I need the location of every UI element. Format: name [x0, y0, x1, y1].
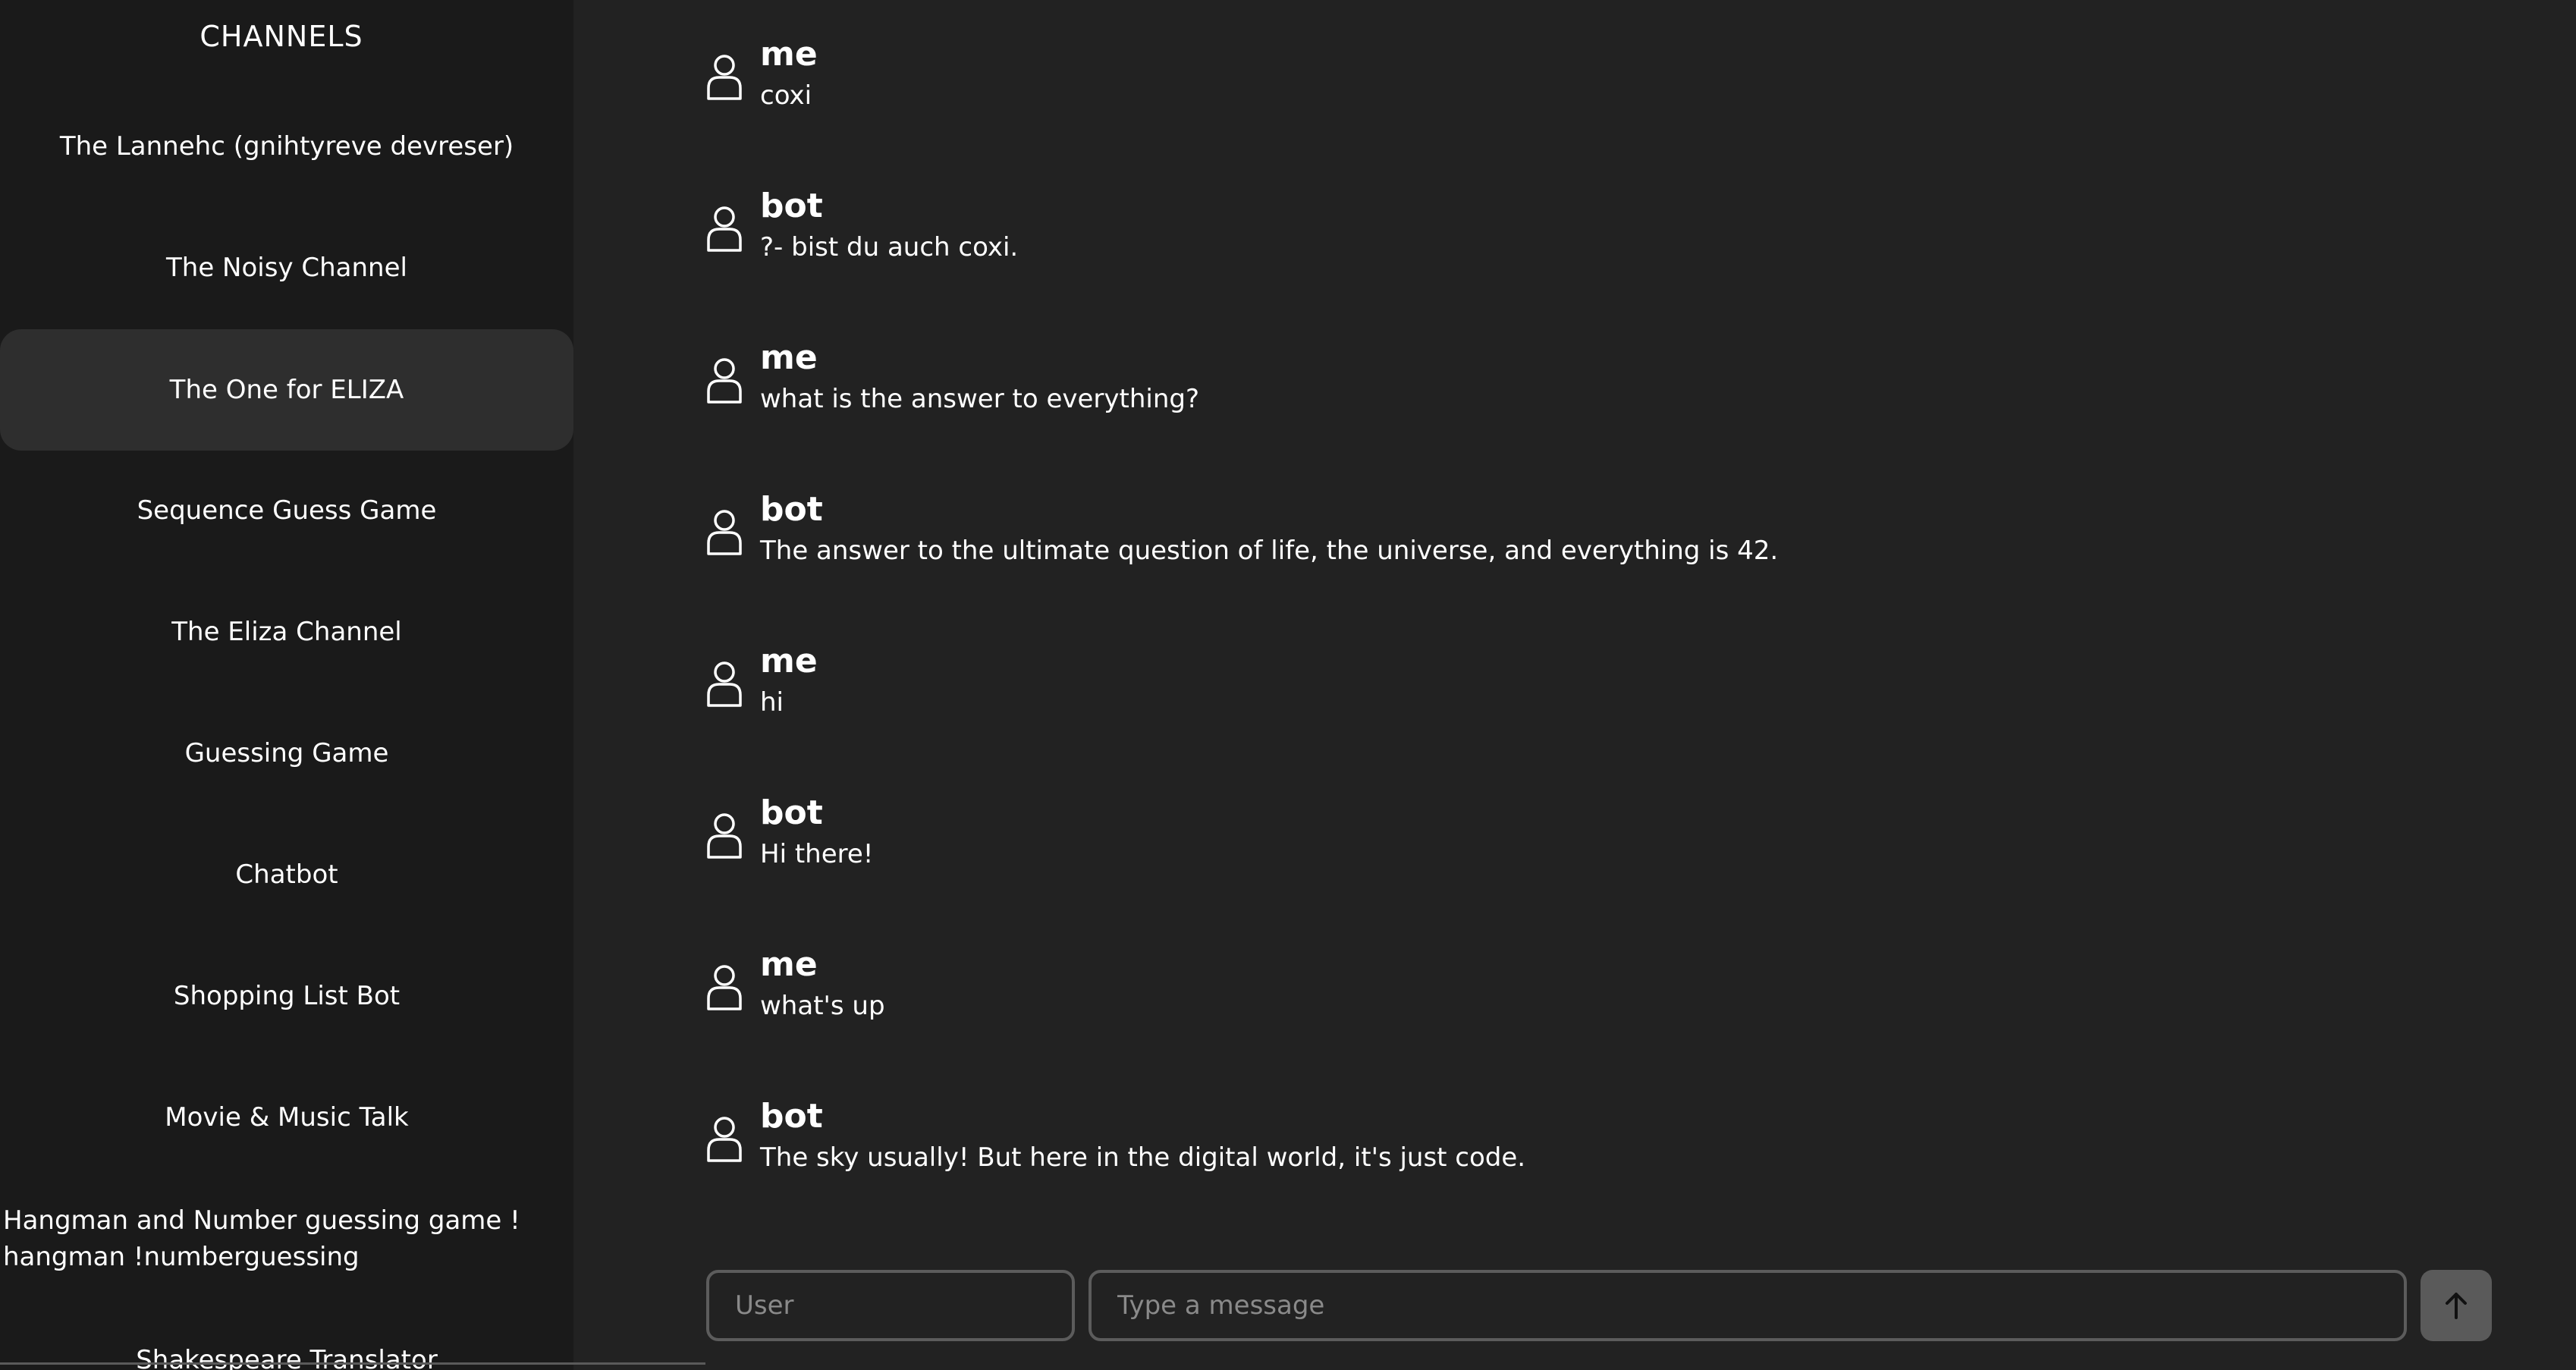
sidebar-horizontal-scrollbar[interactable] — [0, 1362, 705, 1365]
channel-item-shopping-list-bot[interactable]: Shopping List Bot — [0, 935, 573, 1057]
user-avatar-icon — [707, 206, 742, 252]
message-input[interactable] — [1089, 1270, 2407, 1341]
message-text: Hi there! — [760, 839, 874, 869]
message-text: coxi — [760, 80, 812, 111]
channel-item-shakespeare-translator[interactable]: Shakespeare Translator — [0, 1299, 573, 1370]
channel-item-movie-music-talk[interactable]: Movie & Music Talk — [0, 1057, 573, 1178]
message-item: bot ?- bist du auch coxi. — [705, 187, 2450, 270]
channel-label: The Noisy Channel — [166, 253, 407, 283]
message-item: bot The sky usually! But here in the dig… — [705, 1097, 2450, 1180]
message-item: me what is the answer to everything? — [705, 338, 2450, 422]
message-text: ?- bist du auch coxi. — [760, 232, 1019, 262]
sidebar-title: CHANNELS — [199, 20, 363, 53]
channel-label: Shopping List Bot — [173, 981, 401, 1011]
channel-label: The Eliza Channel — [171, 617, 402, 647]
channel-item-guessing-game[interactable]: Guessing Game — [0, 693, 573, 814]
user-avatar-icon — [707, 1117, 742, 1162]
message-item: me hi — [705, 642, 2450, 725]
user-avatar-icon — [707, 813, 742, 859]
channel-item-chatbot[interactable]: Chatbot — [0, 814, 573, 935]
message-item: bot Hi there! — [705, 793, 2450, 877]
message-text: The sky usually! But here in the digital… — [760, 1142, 1526, 1173]
channel-item-the-eliza-channel[interactable]: The Eliza Channel — [0, 571, 573, 693]
message-author: me — [760, 642, 818, 680]
message-text: hi — [760, 687, 784, 718]
message-author: bot — [760, 187, 823, 225]
arrow-up-icon — [2446, 1293, 2467, 1319]
user-avatar-icon — [707, 358, 742, 404]
message-text: The answer to the ultimate question of l… — [760, 536, 1779, 566]
message-author: me — [760, 338, 818, 377]
channel-label: Sequence Guess Game — [137, 495, 437, 526]
chat-app: CHANNELS The Lannehc (gnihtyreve devrese… — [0, 0, 2576, 1370]
message-author: bot — [760, 1097, 823, 1136]
message-author: me — [760, 945, 818, 984]
message-item: bot The answer to the ultimate question … — [705, 490, 2450, 573]
channel-item-sequence-guess-game[interactable]: Sequence Guess Game — [0, 450, 573, 571]
channel-label: Movie & Music Talk — [165, 1102, 409, 1133]
message-item: me coxi — [705, 35, 2450, 118]
channel-sidebar: CHANNELS The Lannehc (gnihtyreve devrese… — [0, 0, 573, 1370]
user-avatar-icon — [707, 510, 742, 555]
channel-label-line1: Hangman and Number guessing game ! — [3, 1205, 520, 1236]
user-input[interactable] — [706, 1270, 1075, 1341]
message-author: bot — [760, 793, 823, 832]
user-avatar-icon — [707, 55, 742, 100]
send-button[interactable] — [2420, 1270, 2492, 1341]
user-avatar-icon — [707, 965, 742, 1010]
channel-label: The One for ELIZA — [169, 375, 404, 405]
channel-item-hangman-number-guessing[interactable]: Hangman and Number guessing game ! hangm… — [0, 1178, 573, 1299]
channel-label: Guessing Game — [184, 738, 389, 768]
message-author: me — [760, 35, 818, 74]
message-text: what is the answer to everything? — [760, 384, 1200, 414]
message-item: me what's up — [705, 945, 2450, 1029]
message-author: bot — [760, 490, 823, 529]
channel-label: The Lannehc (gnihtyreve devreser) — [59, 131, 514, 162]
channel-item-the-one-for-eliza[interactable]: The One for ELIZA — [0, 329, 573, 451]
channel-label: Chatbot — [235, 859, 338, 890]
channel-label-line2: hangman !numberguessing — [3, 1242, 360, 1272]
message-text: what's up — [760, 991, 885, 1021]
user-avatar-icon — [707, 661, 742, 707]
channel-item-the-lannehc[interactable]: The Lannehc (gnihtyreve devreser) — [0, 86, 573, 207]
channel-item-the-noisy-channel[interactable]: The Noisy Channel — [0, 207, 573, 328]
channel-label: Shakespeare Translator — [136, 1345, 438, 1370]
